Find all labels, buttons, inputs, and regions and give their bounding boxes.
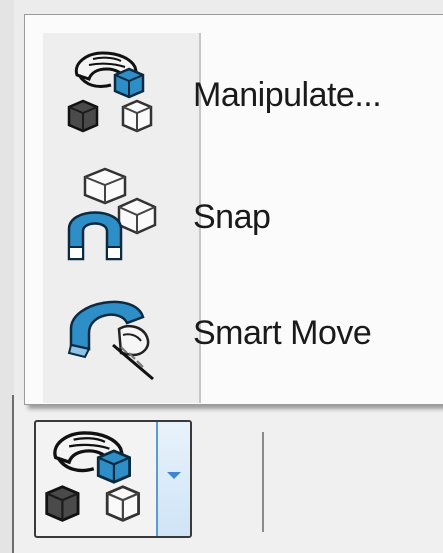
split-button-dropdown[interactable] xyxy=(156,422,190,536)
manipulate-icon[interactable] xyxy=(38,424,154,536)
menu-item-label: Snap xyxy=(193,198,271,236)
menu-item-manipulate[interactable]: Manipulate... xyxy=(25,39,443,151)
menu-item-label: Manipulate... xyxy=(193,76,382,114)
menu-item-label: Smart Move xyxy=(193,314,372,352)
menu-item-snap[interactable]: Snap xyxy=(25,161,443,273)
toolbar-separator xyxy=(262,432,264,532)
manipulate-split-button[interactable] xyxy=(34,420,192,538)
dropdown-menu: Manipulate... Snap Smart Move xyxy=(24,14,443,405)
manipulate-icon xyxy=(67,51,153,133)
snap-magnet-icon xyxy=(67,167,157,261)
smart-move-icon xyxy=(67,300,154,381)
menu-item-smart-move[interactable]: Smart Move xyxy=(25,277,443,389)
chevron-down-icon xyxy=(167,472,181,479)
